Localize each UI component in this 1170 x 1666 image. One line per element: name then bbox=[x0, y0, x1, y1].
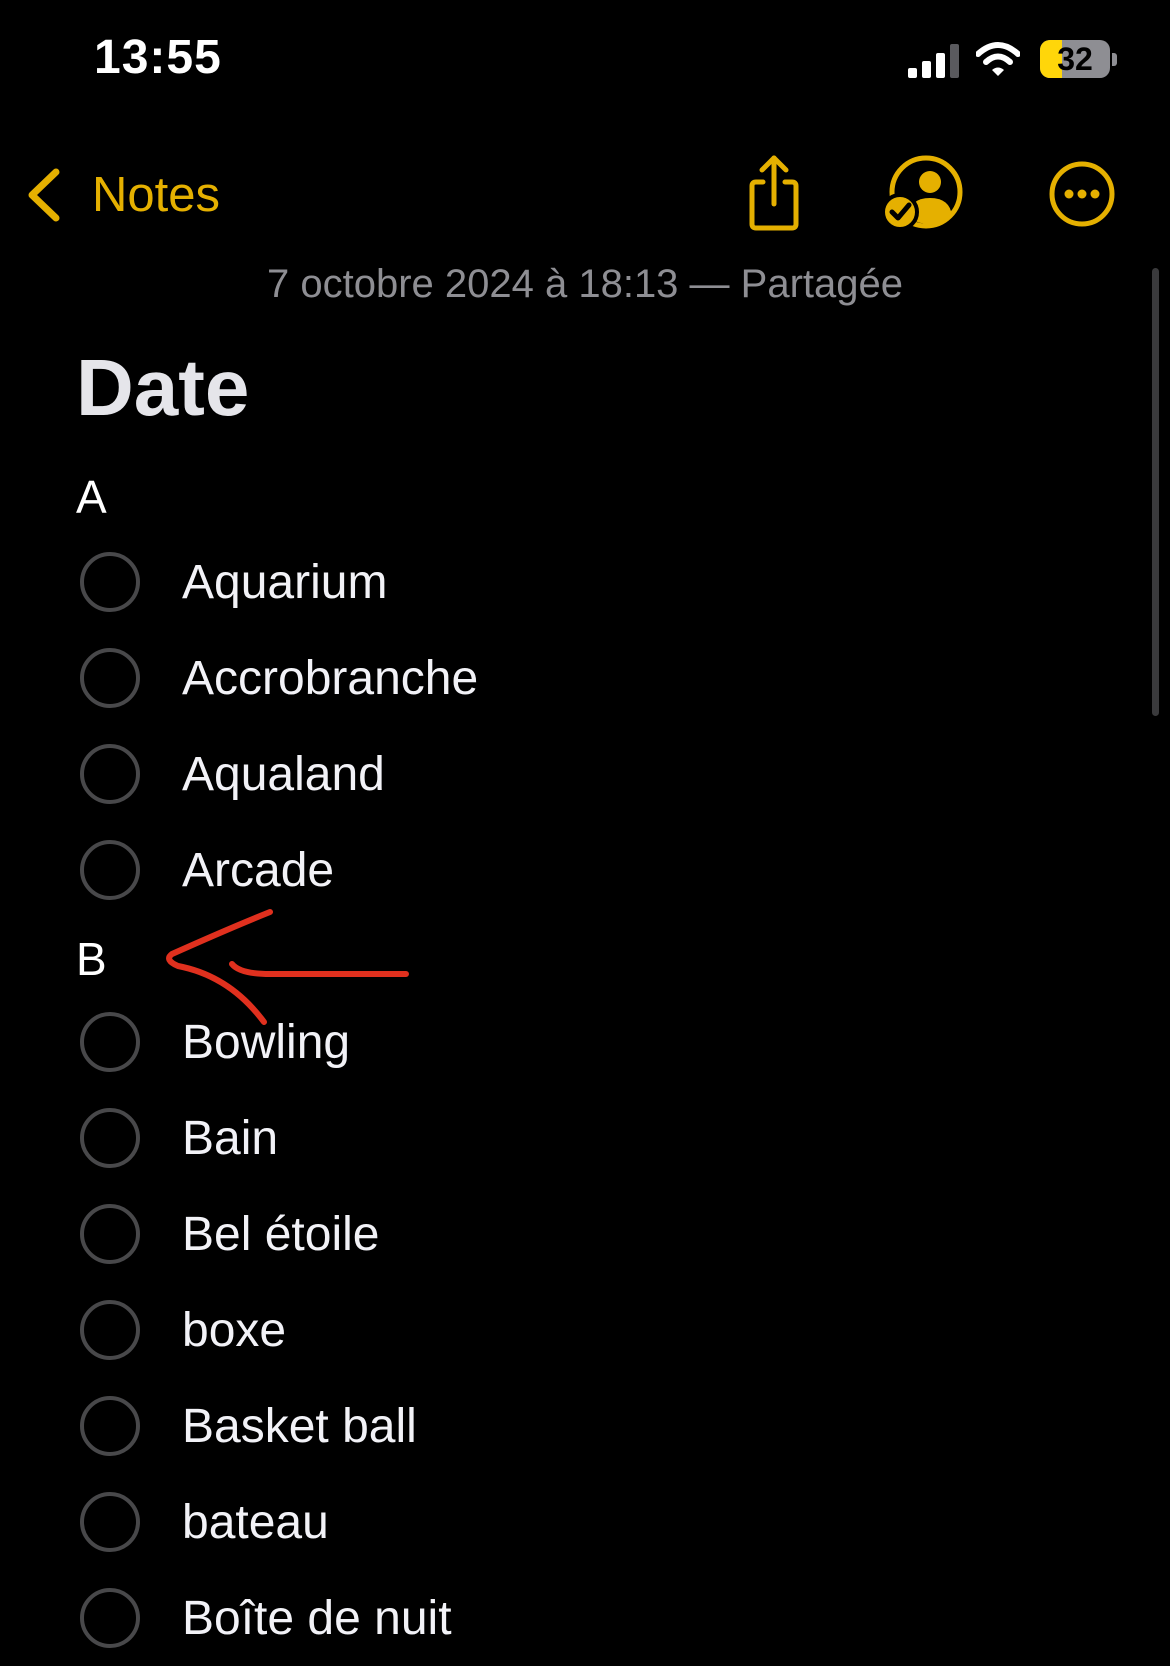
battery-level: 32 bbox=[1057, 41, 1093, 77]
checklist-item[interactable]: Basket ball bbox=[0, 1378, 1170, 1474]
status-time: 13:55 bbox=[94, 31, 222, 84]
checklist-item-label: Basket ball bbox=[182, 1399, 417, 1453]
collaborate-button[interactable] bbox=[880, 152, 964, 236]
battery-icon: 32 bbox=[1040, 40, 1118, 80]
checklist-item-label: Accrobranche bbox=[182, 651, 479, 705]
checklist-item-label: Bel étoile bbox=[182, 1207, 380, 1261]
checkbox-circle-icon[interactable] bbox=[80, 648, 140, 708]
checklist-item[interactable]: Bain bbox=[0, 1090, 1170, 1186]
checklist-item-label: Bain bbox=[182, 1111, 279, 1165]
checkbox-circle-icon[interactable] bbox=[80, 1108, 140, 1168]
chevron-left-icon bbox=[28, 168, 60, 222]
checklist-item-label: Arcade bbox=[182, 843, 335, 897]
annotation-arrow-icon bbox=[166, 909, 409, 1025]
note-meta: 7 octobre 2024 à 18:13 — Partagée bbox=[266, 262, 903, 306]
checklist-item[interactable]: Aquarium bbox=[0, 534, 1170, 630]
checkbox-circle-icon[interactable] bbox=[80, 840, 140, 900]
section-heading-b[interactable]: B bbox=[76, 932, 107, 986]
checkbox-circle-icon[interactable] bbox=[80, 744, 140, 804]
checklist-item-label: Boîte de nuit bbox=[182, 1591, 452, 1645]
checkbox-circle-icon[interactable] bbox=[80, 1492, 140, 1552]
checklist-item[interactable]: bateau bbox=[0, 1474, 1170, 1570]
collaborate-icon bbox=[881, 155, 963, 231]
section-heading-a[interactable]: A bbox=[76, 470, 107, 524]
checklist-a: Aquarium Accrobranche Aqualand Arcade bbox=[0, 534, 1170, 918]
share-icon bbox=[749, 155, 799, 231]
checklist-item-label: Aqualand bbox=[182, 747, 385, 801]
back-button-label: Notes bbox=[92, 168, 221, 222]
checklist-item[interactable]: Accrobranche bbox=[0, 630, 1170, 726]
scrollbar[interactable] bbox=[1152, 268, 1159, 716]
more-button[interactable] bbox=[1040, 152, 1124, 236]
checklist-item[interactable]: Bel étoile bbox=[0, 1186, 1170, 1282]
back-button[interactable]: Notes bbox=[24, 160, 220, 230]
checklist-item[interactable]: boxe bbox=[0, 1282, 1170, 1378]
checklist-b: Bowling Bain Bel étoile boxe Basket ball… bbox=[0, 994, 1170, 1666]
checklist-item-label: Aquarium bbox=[182, 555, 388, 609]
checkbox-circle-icon[interactable] bbox=[80, 1300, 140, 1360]
checkbox-circle-icon[interactable] bbox=[80, 1204, 140, 1264]
checkbox-circle-icon[interactable] bbox=[80, 1588, 140, 1648]
more-icon bbox=[1049, 161, 1115, 227]
share-button[interactable] bbox=[732, 152, 816, 236]
checklist-item[interactable]: Aqualand bbox=[0, 726, 1170, 822]
checklist-item-label: bateau bbox=[182, 1495, 329, 1549]
checklist-item-label: boxe bbox=[182, 1303, 287, 1357]
checkbox-circle-icon[interactable] bbox=[80, 1396, 140, 1456]
note-title[interactable]: Date bbox=[76, 342, 249, 434]
wifi-icon bbox=[976, 42, 1020, 76]
checkbox-circle-icon[interactable] bbox=[80, 552, 140, 612]
signal-bars-icon bbox=[908, 44, 959, 78]
checklist-item[interactable]: Boîte de nuit bbox=[0, 1570, 1170, 1666]
checkbox-circle-icon[interactable] bbox=[80, 1012, 140, 1072]
